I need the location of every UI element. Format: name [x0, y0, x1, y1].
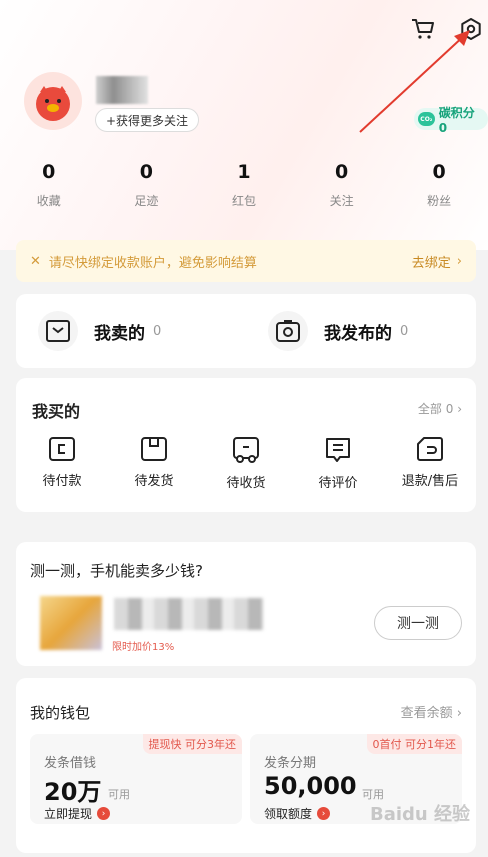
arrow-right-icon: ›: [97, 807, 111, 820]
all-orders-link[interactable]: 全部 0 ›: [418, 400, 462, 417]
phone-test-title: 测一测，手机能卖多少钱?: [30, 562, 203, 580]
comment-icon: [326, 438, 350, 462]
phone-thumbnail-blurred: [40, 596, 102, 650]
avatar[interactable]: [24, 72, 82, 130]
my-purchases-title: 我买的: [32, 402, 81, 421]
my-sold-count: 0: [153, 323, 162, 339]
my-published-count: 0: [400, 323, 409, 339]
username-blurred: [96, 76, 148, 104]
order-status-label: 待收货: [226, 476, 266, 491]
stat-label: 红包: [231, 194, 256, 208]
installment-label: 发条分期: [264, 756, 317, 771]
view-balance-label: 查看余额: [400, 706, 453, 721]
refund-icon: [417, 437, 443, 461]
order-pending-review[interactable]: 待评价: [292, 436, 384, 491]
stats-row: 0 收藏 0 足迹 1 红包 0 关注 0 粉丝: [0, 158, 488, 218]
phone-value-test-card: 测一测，手机能卖多少钱? 限时加价13% 测一测: [16, 542, 476, 666]
stat-footprints[interactable]: 0 足迹: [98, 158, 196, 218]
chevron-right-icon: ›: [456, 706, 462, 721]
loan-label: 发条借钱: [44, 756, 97, 771]
close-icon[interactable]: ✕: [30, 254, 41, 269]
installment-amount: 50,000: [264, 772, 357, 800]
chevron-right-icon: ›: [456, 253, 462, 269]
stat-label: 粉丝: [427, 194, 452, 208]
loan-box[interactable]: 提现快 可分3年还 发条借钱 20万 可用 立即提现 ›: [30, 734, 242, 824]
loan-amount: 20万: [44, 778, 102, 806]
loan-available-label: 可用: [108, 788, 130, 801]
stat-following[interactable]: 0 关注: [293, 158, 391, 218]
order-refund-aftersale[interactable]: 退款/售后: [384, 436, 476, 491]
order-status-label: 待付款: [42, 474, 82, 489]
sold-box-icon: [38, 311, 78, 351]
all-orders-label: 全部 0: [417, 402, 454, 416]
stat-value: 1: [237, 161, 251, 183]
stat-label: 足迹: [134, 194, 159, 208]
order-status-label: 待发货: [134, 474, 174, 489]
installment-tag: 0首付 可分1年还: [366, 734, 462, 754]
carbon-points-badge[interactable]: CO₂ 碳积分0: [414, 106, 488, 135]
order-pending-shipment[interactable]: 待发货: [108, 436, 200, 491]
truck-icon: [233, 437, 259, 463]
my-sold-entry[interactable]: 我卖的 0: [16, 311, 246, 351]
arrow-right-icon: ›: [317, 807, 331, 820]
stat-label: 关注: [329, 194, 354, 208]
stat-label: 收藏: [36, 194, 61, 208]
view-balance-link[interactable]: 查看余额 ›: [401, 702, 462, 721]
test-now-button[interactable]: 测一测: [374, 606, 462, 640]
order-pending-payment[interactable]: 待付款: [16, 436, 108, 491]
bind-account-notice[interactable]: ✕ 请尽快绑定收款账户，避免影响结算 去绑定 ›: [16, 240, 476, 282]
my-sold-label: 我卖的: [94, 323, 145, 344]
stat-value: 0: [334, 161, 349, 183]
claim-limit-label: 领取额度: [264, 807, 313, 821]
order-status-label: 待评价: [318, 476, 358, 491]
price-boost-text: 限时加价13%: [112, 642, 175, 653]
my-published-entry[interactable]: 我发布的 0: [246, 311, 476, 351]
sell-card: 我卖的 0 我发布的 0: [16, 294, 476, 368]
camera-icon: [268, 311, 308, 351]
follow-more-button[interactable]: +获得更多关注: [95, 108, 200, 132]
stat-value: 0: [42, 161, 56, 183]
carbon-points-label: 碳积分0: [438, 105, 475, 135]
order-pending-receipt[interactable]: 待收货: [200, 436, 292, 491]
my-wallet-card: 我的钱包 查看余额 › 提现快 可分3年还 发条借钱 20万 可用 立即提现 › …: [16, 678, 476, 853]
order-status-label: 退款/售后: [401, 474, 459, 489]
wallet-card-icon: [49, 437, 75, 461]
stat-value: 0: [139, 161, 153, 183]
phone-model-blurred: [114, 598, 264, 630]
chevron-right-icon: ›: [457, 402, 462, 416]
loan-tag: 提现快 可分3年还: [142, 734, 242, 754]
bind-account-link[interactable]: 去绑定: [412, 252, 451, 271]
my-purchases-card: 我买的 全部 0 › 待付款 待发货 待收货 待评价 退款/售后: [16, 378, 476, 512]
stat-fans[interactable]: 0 粉丝: [390, 158, 488, 218]
withdraw-now-label: 立即提现: [44, 807, 93, 821]
notice-text: 请尽快绑定收款账户，避免影响结算: [48, 255, 257, 271]
baidu-watermark: Baidu 经验: [370, 804, 471, 825]
leaf-icon: CO₂: [418, 112, 435, 126]
stat-red-packets[interactable]: 1 红包: [195, 158, 293, 218]
wallet-title: 我的钱包: [30, 704, 91, 722]
stat-value: 0: [432, 161, 446, 183]
my-published-label: 我发布的: [324, 323, 392, 344]
package-icon: [141, 437, 167, 461]
stat-favorites[interactable]: 0 收藏: [0, 158, 98, 218]
withdraw-now-link[interactable]: 立即提现 ›: [44, 805, 111, 822]
claim-limit-link[interactable]: 领取额度 ›: [264, 805, 331, 822]
